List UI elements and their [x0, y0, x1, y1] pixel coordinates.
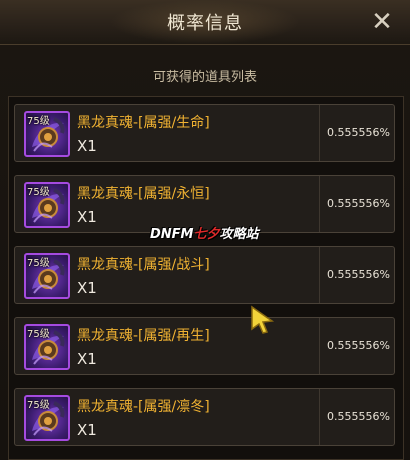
watermark-suffix: 攻略站	[219, 227, 259, 242]
item-name: 黑龙真魂-[属强/再生]	[77, 328, 210, 344]
item-probability: 0.555556%	[327, 268, 390, 281]
item-probability: 0.555556%	[327, 197, 390, 210]
dragon-soul-icon[interactable]: 75级	[24, 395, 70, 441]
popup-title: 概率信息	[167, 13, 243, 34]
item-quantity: X1	[77, 208, 97, 226]
item-quantity: X1	[77, 137, 97, 155]
cursor-arrow-icon	[251, 305, 275, 334]
item-row[interactable]: 75级 黑龙真魂-[属强/生命] X1 0.555556%	[14, 104, 395, 162]
item-row[interactable]: 75级 黑龙真魂-[属强/战斗] X1 0.555556%	[14, 246, 395, 304]
item-name: 黑龙真魂-[属强/永恒]	[77, 186, 210, 202]
item-level-label: 75级	[27, 400, 50, 411]
watermark: DNFM七夕攻略站	[150, 223, 259, 242]
item-quantity: X1	[77, 421, 97, 439]
item-info: 75级 黑龙真魂-[属强/凛冬] X1	[15, 389, 320, 445]
item-info: 75级 黑龙真魂-[属强/战斗] X1	[15, 247, 320, 303]
dragon-soul-icon[interactable]: 75级	[24, 253, 70, 299]
item-quantity: X1	[77, 279, 97, 297]
item-level-label: 75级	[27, 329, 50, 340]
dragon-soul-icon[interactable]: 75级	[24, 182, 70, 228]
item-level-label: 75级	[27, 187, 50, 198]
item-name: 黑龙真魂-[属强/凛冬]	[77, 399, 210, 415]
item-name: 黑龙真魂-[属强/生命]	[77, 115, 210, 131]
item-level-label: 75级	[27, 116, 50, 127]
popup-header: 概率信息 ✕	[0, 0, 410, 44]
dragon-soul-icon[interactable]: 75级	[24, 111, 70, 157]
item-row[interactable]: 75级 黑龙真魂-[属强/凛冬] X1 0.555556%	[14, 388, 395, 446]
dragon-soul-icon[interactable]: 75级	[24, 324, 70, 370]
item-name: 黑龙真魂-[属强/战斗]	[77, 257, 210, 273]
item-info: 75级 黑龙真魂-[属强/生命] X1	[15, 105, 320, 161]
item-level-label: 75级	[27, 258, 50, 269]
item-probability: 0.555556%	[327, 126, 390, 139]
watermark-highlight: 七夕	[193, 227, 220, 242]
item-probability: 0.555556%	[327, 339, 390, 352]
watermark-prefix: DNFM	[150, 227, 194, 242]
item-quantity: X1	[77, 350, 97, 368]
item-row[interactable]: 75级 黑龙真魂-[属强/再生] X1 0.555556%	[14, 317, 395, 375]
item-probability: 0.555556%	[327, 410, 390, 423]
list-subtitle: 可获得的道具列表	[152, 70, 257, 85]
close-icon[interactable]: ✕	[368, 8, 396, 36]
